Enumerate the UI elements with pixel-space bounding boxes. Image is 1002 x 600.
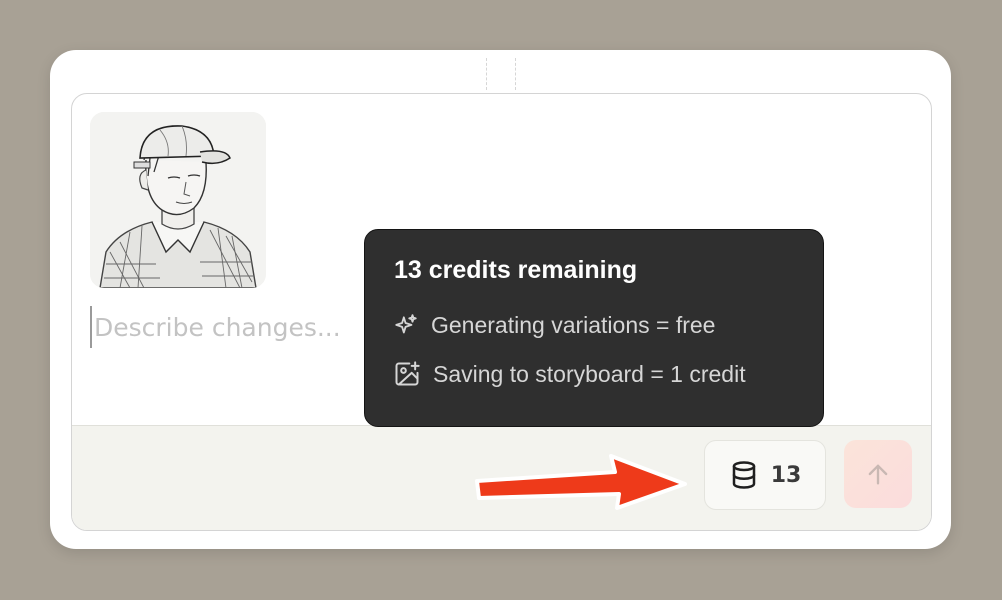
arrow-up-icon bbox=[868, 464, 888, 485]
credits-count: 13 bbox=[770, 462, 802, 488]
portrait-sketch-image bbox=[90, 112, 266, 288]
image-plus-icon bbox=[395, 361, 420, 386]
tooltip-row-generating: Generating variations = free bbox=[393, 312, 715, 339]
annotation-arrow bbox=[475, 454, 687, 510]
prompt-input[interactable] bbox=[90, 306, 396, 348]
credits-tooltip: 13 credits remaining Generating variatio… bbox=[364, 229, 824, 427]
divider bbox=[486, 58, 487, 90]
reference-image-thumbnail[interactable] bbox=[90, 112, 266, 288]
send-button[interactable] bbox=[844, 440, 912, 508]
credits-button[interactable]: 13 bbox=[704, 440, 826, 510]
database-icon bbox=[732, 461, 755, 489]
tooltip-row-saving: Saving to storyboard = 1 credit bbox=[393, 360, 746, 388]
tooltip-row-text: Saving to storyboard = 1 credit bbox=[433, 360, 746, 387]
tooltip-row-text: Generating variations = free bbox=[431, 312, 716, 338]
sparkles-icon bbox=[395, 313, 417, 333]
tooltip-title: 13 credits remaining bbox=[394, 256, 638, 284]
divider bbox=[515, 58, 516, 90]
